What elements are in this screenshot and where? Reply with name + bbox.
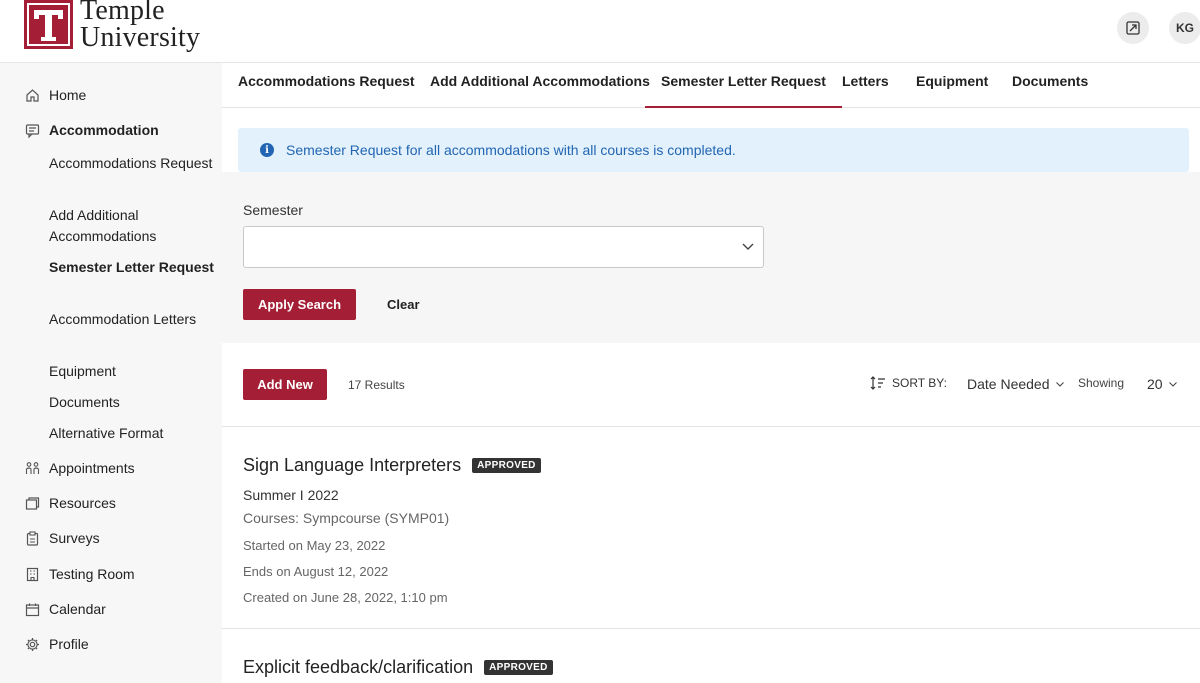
tab-letters[interactable]: Letters [826,63,905,108]
sidebar-item-profile[interactable]: Profile [24,636,89,652]
expand-icon [1126,21,1140,35]
results-toolbar: Add New 17 Results SORT BY: Date Needed … [222,343,1200,427]
chevron-down-icon [1168,382,1177,387]
alert-message: Semester Request for all accommodations … [286,142,736,158]
user-avatar[interactable]: KG [1169,12,1200,44]
main-content: i Semester Request for all accommodation… [222,108,1200,683]
sidebar-subitem-equipment[interactable]: Equipment [49,361,214,382]
appointments-icon [24,460,40,476]
gear-icon [24,636,40,652]
sidebar-item-surveys[interactable]: Surveys [24,530,100,546]
sidebar-item-calendar[interactable]: Calendar [24,601,106,617]
sidebar-subitem-add-additional-accommodations[interactable]: Add Additional Accommodations [49,205,214,247]
avatar-initials: KG [1176,21,1194,35]
card-term: Summer I 2022 [243,487,339,503]
sidebar-item-label: Resources [49,495,116,511]
logo-line-2: University [80,22,201,53]
tab-bar: Accommodations Request Add Additional Ac… [222,62,1200,108]
clipboard-icon [24,530,40,546]
page-size-value: 20 [1147,376,1163,392]
sidebar-item-label: Appointments [49,460,135,476]
chevron-down-icon [1055,382,1064,387]
sidebar: Home Accommodation Accommodations Reques… [0,62,222,683]
sort-icon [870,376,885,390]
sidebar-item-label: Surveys [49,530,100,546]
add-new-button[interactable]: Add New [243,369,327,400]
sidebar-subitem-accommodation-letters[interactable]: Accommodation Letters [49,309,214,330]
sidebar-subitem-alternative-format[interactable]: Alternative Format [49,423,214,444]
temple-university-logo[interactable]: Temple University [24,0,224,58]
sidebar-item-accommodation[interactable]: Accommodation [24,122,159,138]
app-header: Temple University KG [0,0,1200,62]
sort-by: SORT BY: [870,376,947,390]
building-icon [24,566,40,582]
sidebar-item-testing-room[interactable]: Testing Room [24,566,135,582]
showing-label: Showing [1078,376,1125,390]
card-ends: Ends on August 12, 2022 [243,564,389,579]
sidebar-item-label: Accommodation [49,122,159,138]
card-title[interactable]: Explicit feedback/clarification [243,657,473,678]
logo-line-1: Temple [80,0,165,26]
card-created: Created on June 28, 2022, 1:10 pm [243,590,448,605]
card-title-row: Sign Language Interpreters APPROVED [243,455,541,476]
card-courses: Courses: Sympcourse (SYMP01) [243,510,450,526]
semester-select[interactable] [243,226,764,268]
sidebar-item-label: Profile [49,636,89,652]
sort-label: SORT BY: [892,376,947,390]
sidebar-item-label: Home [49,87,87,103]
results-count: 17 Results [348,378,405,392]
sidebar-item-label: Testing Room [49,566,135,582]
apply-search-button[interactable]: Apply Search [243,289,356,320]
filter-panel: Semester Apply Search Clear [222,172,1200,343]
resources-icon [24,495,40,511]
sidebar-item-home[interactable]: Home [24,87,86,103]
sidebar-item-resources[interactable]: Resources [24,495,116,511]
sort-value: Date Needed [967,376,1050,392]
sort-dropdown[interactable]: Date Needed [967,376,1066,392]
tab-semester-letter-request[interactable]: Semester Letter Request [645,63,842,108]
card-title-row: Explicit feedback/clarification APPROVED [243,657,553,678]
calendar-icon [24,601,40,617]
temple-t-logo-icon [24,0,73,49]
tab-documents[interactable]: Documents [996,63,1104,108]
sidebar-subitem-accommodations-request[interactable]: Accommodations Request [49,153,214,174]
sidebar-item-label: Calendar [49,601,106,617]
info-icon: i [260,143,274,157]
sidebar-subitem-documents[interactable]: Documents [49,392,214,413]
logo-wordmark: Temple University [80,0,201,53]
page-size-dropdown[interactable]: 20 [1147,376,1179,392]
list-item[interactable]: Sign Language Interpreters APPROVED Summ… [222,427,1200,629]
status-badge: APPROVED [484,660,553,675]
chevron-down-icon [742,243,754,250]
semester-label: Semester [243,202,303,218]
status-badge: APPROVED [472,458,541,473]
tab-accommodations-request[interactable]: Accommodations Request [222,63,431,108]
sidebar-item-appointments[interactable]: Appointments [24,460,135,476]
card-title[interactable]: Sign Language Interpreters [243,455,461,476]
card-started: Started on May 23, 2022 [243,538,386,553]
expand-button[interactable] [1117,12,1149,44]
list-item[interactable]: Explicit feedback/clarification APPROVED [222,629,1200,683]
tab-add-additional-accommodations[interactable]: Add Additional Accommodations [414,63,666,108]
sidebar-subitem-semester-letter-request[interactable]: Semester Letter Request [49,257,214,278]
tab-equipment[interactable]: Equipment [900,63,1004,108]
home-icon [24,87,40,103]
accommodation-icon [24,122,40,138]
clear-button[interactable]: Clear [387,297,420,312]
completion-alert: i Semester Request for all accommodation… [238,128,1189,172]
